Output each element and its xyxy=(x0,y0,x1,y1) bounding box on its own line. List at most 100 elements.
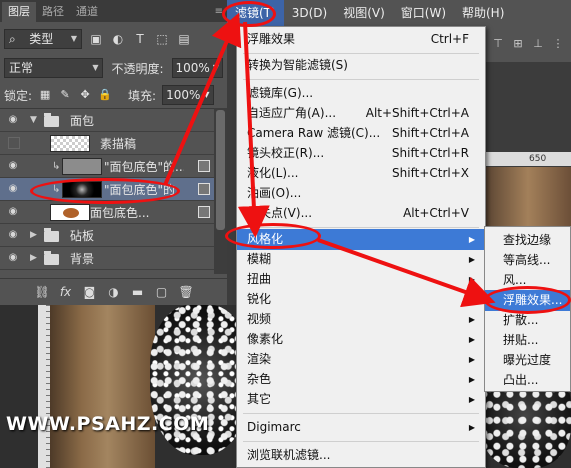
menu-item-sharpen[interactable]: 锐化 ▶ xyxy=(237,289,485,310)
tab-layers[interactable]: 图层 xyxy=(2,2,36,22)
vertical-ruler xyxy=(38,305,50,468)
smart-object-filter-icon[interactable]: ▤ xyxy=(176,31,192,47)
layer-row[interactable]: ◉ ▼ 面包 xyxy=(0,109,214,132)
menu-item-shortcut: Shift+Ctrl+R xyxy=(391,146,469,160)
new-layer-icon[interactable]: ▢ xyxy=(155,285,169,299)
menu-item-adaptive-wide-angle[interactable]: 自适应广角(A)... Alt+Shift+Ctrl+A xyxy=(237,103,485,124)
layer-name: 砧板 xyxy=(70,228,95,243)
align-middle-icon[interactable]: ⊞ xyxy=(511,37,525,51)
chevron-right-icon[interactable]: ▶ xyxy=(30,230,37,240)
menu-item-shortcut: Ctrl+F xyxy=(430,32,469,46)
scroll-thumb[interactable] xyxy=(216,110,225,230)
menu-item-other[interactable]: 其它 ▶ xyxy=(237,389,485,410)
menu-item-solarize[interactable]: 曝光过度 xyxy=(485,350,570,371)
folder-icon xyxy=(44,251,59,265)
menu-item-label: 滤镜库(G)... xyxy=(247,86,314,100)
blend-mode-dropdown[interactable]: 正常 ▼ xyxy=(4,58,104,78)
menu-item-label: 自适应广角(A)... xyxy=(247,106,337,120)
adjustment-layer-icon[interactable]: ◑ xyxy=(107,285,121,299)
menu-item-render[interactable]: 渲染 ▶ xyxy=(237,349,485,370)
layer-thumbnail xyxy=(50,204,90,221)
type-filter-icon[interactable]: T xyxy=(132,31,148,47)
link-icon[interactable]: ⛓ xyxy=(35,285,50,299)
align-bottom-icon[interactable]: ⊥ xyxy=(531,37,545,51)
menu-item-noise[interactable]: 杂色 ▶ xyxy=(237,369,485,390)
menu-view[interactable]: 视图(V) xyxy=(335,0,393,26)
layer-row[interactable]: ◉ 面包底色... xyxy=(0,201,214,224)
menu-item-camera-raw[interactable]: Camera Raw 滤镜(C)... Shift+Ctrl+A xyxy=(237,123,485,144)
menu-item-digimarc[interactable]: Digimarc ▶ xyxy=(237,417,485,438)
lock-move-icon[interactable]: ✥ xyxy=(78,88,92,102)
menu-item-convert-smart-filter[interactable]: 转换为智能滤镜(S) xyxy=(237,55,485,76)
visibility-eye-icon[interactable]: ◉ xyxy=(6,184,20,194)
menu-help[interactable]: 帮助(H) xyxy=(454,0,512,26)
layer-row[interactable]: ◉ ▶ 砧板 xyxy=(0,224,214,247)
lock-brush-icon[interactable]: ✎ xyxy=(58,88,72,102)
new-group-icon[interactable]: ▬ xyxy=(131,285,145,299)
menu-item-lens-correction[interactable]: 镜头校正(R)... Shift+Ctrl+R xyxy=(237,143,485,164)
visibility-eye-icon[interactable]: ◉ xyxy=(6,115,20,125)
visibility-off-icon[interactable] xyxy=(8,137,20,149)
menu-item-oil-paint[interactable]: 油画(O)... xyxy=(237,183,485,204)
lock-label: 锁定: xyxy=(4,88,33,103)
chevron-right-icon[interactable]: ▶ xyxy=(30,253,37,263)
layer-row[interactable]: ◉ ▶ 背景 xyxy=(0,247,214,270)
tab-channels[interactable]: 通道 xyxy=(70,2,104,22)
layer-row[interactable]: 素描稿 xyxy=(0,132,214,155)
menubar: 滤镜(T) 3D(D) 视图(V) 窗口(W) 帮助(H) xyxy=(227,0,571,26)
fx-icon[interactable]: fx xyxy=(59,285,73,299)
mask-icon[interactable]: ◙ xyxy=(83,285,97,299)
layer-kind-dropdown[interactable]: ⌕ 类型 ▼ xyxy=(4,29,82,49)
menu-item-label: 扭曲 xyxy=(247,272,272,286)
tab-paths[interactable]: 路径 xyxy=(36,2,70,22)
menu-item-blur[interactable]: 模糊 ▶ xyxy=(237,249,485,270)
chevron-down-icon: ▼ xyxy=(92,63,99,72)
visibility-eye-icon[interactable]: ◉ xyxy=(6,253,20,263)
chevron-down-icon: ▼ xyxy=(203,90,210,99)
menu-3d[interactable]: 3D(D) xyxy=(284,0,335,26)
menu-window[interactable]: 窗口(W) xyxy=(393,0,454,26)
menu-item-extrude[interactable]: 凸出... xyxy=(485,370,570,391)
menu-item-tiles[interactable]: 拼贴... xyxy=(485,330,570,351)
distribute-icon[interactable]: ⋮ xyxy=(551,37,565,51)
menu-item-label: 油画(O)... xyxy=(247,186,302,200)
menu-item-label: 锐化 xyxy=(247,292,272,306)
visibility-eye-icon[interactable]: ◉ xyxy=(6,161,20,171)
menu-item-pixelate[interactable]: 像素化 ▶ xyxy=(237,329,485,350)
align-top-icon[interactable]: ⊤ xyxy=(491,37,505,51)
layers-scrollbar[interactable] xyxy=(214,108,227,274)
menu-item-filter-gallery[interactable]: 滤镜库(G)... xyxy=(237,83,485,104)
layer-row[interactable]: ◉ ↳ "面包底色"的... xyxy=(0,155,214,178)
layer-thumbnail xyxy=(50,135,90,152)
canvas-photo-right xyxy=(485,167,571,227)
trash-icon[interactable]: 🗑 xyxy=(179,285,194,299)
menu-item-shortcut: Shift+Ctrl+X xyxy=(392,166,469,180)
fill-field[interactable]: 100% ▼ xyxy=(162,85,214,105)
pixel-filter-icon[interactable]: ▣ xyxy=(88,31,104,47)
menu-item-contour[interactable]: 等高线... xyxy=(485,250,570,271)
menu-item-last-filter[interactable]: 浮雕效果 Ctrl+F xyxy=(237,29,485,50)
menu-item-browse-filters-online[interactable]: 浏览联机滤镜... xyxy=(237,445,485,466)
shape-filter-icon[interactable]: ⬚ xyxy=(154,31,170,47)
menu-item-find-edges[interactable]: 查找边缘 xyxy=(485,230,570,251)
visibility-eye-icon[interactable]: ◉ xyxy=(6,230,20,240)
adjustment-filter-icon[interactable]: ◐ xyxy=(110,31,126,47)
menu-item-vanishing-point[interactable]: 消失点(V)... Alt+Ctrl+V xyxy=(237,203,485,224)
layer-name: "面包底色"的... xyxy=(104,159,184,174)
smart-object-icon xyxy=(198,183,210,195)
options-bar: ⊤ ⊞ ⊥ ⋮ xyxy=(485,26,571,62)
menu-item-liquify[interactable]: 液化(L)... Shift+Ctrl+X xyxy=(237,163,485,184)
menu-item-distort[interactable]: 扭曲 ▶ xyxy=(237,269,485,290)
layer-name: 面包底色... xyxy=(90,205,150,220)
lock-all-icon[interactable]: 🔒 xyxy=(98,88,112,102)
menu-item-label: 液化(L)... xyxy=(247,166,299,180)
chevron-down-icon[interactable]: ▼ xyxy=(30,115,37,125)
visibility-eye-icon[interactable]: ◉ xyxy=(6,207,20,217)
opacity-field[interactable]: 100% ▼ xyxy=(171,58,223,78)
menu-item-label: 视频 xyxy=(247,312,272,326)
clipping-arrow-icon: ↳ xyxy=(52,160,61,172)
menu-item-label: 浏览联机滤镜... xyxy=(247,448,331,462)
menu-item-video[interactable]: 视频 ▶ xyxy=(237,309,485,330)
lock-transparency-icon[interactable]: ▦ xyxy=(38,88,52,102)
submenu-arrow-icon: ▶ xyxy=(468,335,475,344)
